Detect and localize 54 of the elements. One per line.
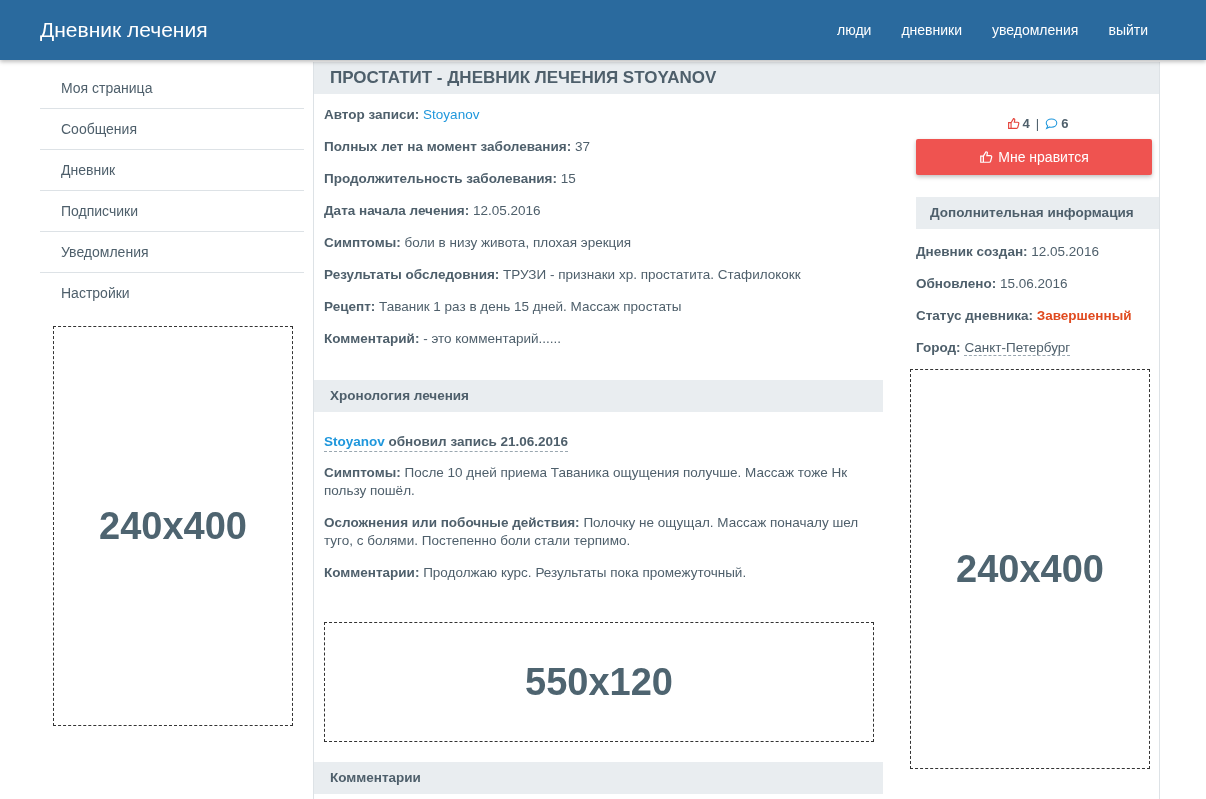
field-value: ТРУЗИ - признаки хр. простатита. Стафилококк — [503, 267, 801, 282]
nav-link[interactable]: выйти — [1108, 22, 1148, 38]
field-row-text: Дневник создан: 12.05.2016 — [916, 243, 1100, 261]
field-row-text: Продолжительность заболевания: 15 — [324, 170, 577, 188]
sidebar-item[interactable]: Сообщения — [40, 109, 304, 150]
field-row-text: Осложнения или побочные действия: Полочку не ощущал. Массаж поначалу шел туго, с болями. Постепенно боли стали терпимо. — [324, 514, 860, 550]
field-row-text: Полных лет на момент заболевания: 37 — [324, 138, 591, 156]
section-header: Хронология лечения — [314, 380, 883, 412]
field-row-text: Рецепт: Таваник 1 раз в день 15 дней. Массаж простаты — [324, 298, 683, 316]
thumbs-up-icon — [1006, 116, 1020, 130]
ad-size-label: 550x120 — [525, 660, 673, 704]
section-header: Комментарии — [314, 762, 883, 794]
section-header: Дополнительная информация — [916, 197, 1159, 229]
speech-bubble-icon — [1045, 116, 1059, 130]
sidebar-item[interactable]: Дневник — [40, 150, 304, 191]
sidebar-item[interactable]: Уведомления — [40, 232, 304, 273]
field-row-text: Комментарий: - это комментарий...... — [324, 330, 563, 348]
separator: | — [1035, 115, 1040, 131]
field-row-text: Дата начала лечения: 12.05.2016 — [324, 202, 542, 220]
sidebar-item[interactable]: Моя страница — [40, 68, 304, 109]
field-value: 12.05.2016 — [1031, 244, 1099, 259]
update-text: обновил запись 21.06.2016 — [388, 434, 569, 449]
city-link[interactable]: Санкт-Петербург — [964, 340, 1071, 356]
field-row-text: Симптомы: боли в низу живота, плохая эрекция — [324, 234, 633, 252]
field-value: - это комментарий...... — [423, 331, 562, 346]
ad-size-label: 240x400 — [956, 547, 1104, 591]
field-value: 12.05.2016 — [473, 203, 541, 218]
field-value: 15 — [560, 171, 576, 186]
field-row-text: Комментарии: Продолжаю курс. Результаты пока промежуточный. — [324, 564, 748, 582]
field-value: 37 — [574, 139, 590, 154]
nav-link[interactable]: люди — [837, 22, 872, 38]
field-value: 15.06.2016 — [999, 276, 1068, 291]
nav-link[interactable]: уведомления — [992, 22, 1079, 38]
field-row-text: Результаты обследовния: ТРУЗИ - признаки хр. простатита. Стафилококк — [324, 266, 802, 284]
field-row-text: Автор записи: Stoyanov — [324, 106, 481, 124]
like-button[interactable]: Мне нравится — [916, 139, 1152, 175]
sidebar-item[interactable]: Подписчики — [40, 191, 304, 232]
field-value: боли в низу живота, плохая эрекция — [404, 235, 632, 250]
field-row-text: Город: Санкт-Петербург — [916, 339, 1072, 357]
site-title[interactable]: Дневник лечения — [40, 18, 208, 42]
author-link[interactable]: Stoyanov — [423, 107, 480, 122]
likes-count: 4 — [1022, 115, 1030, 131]
ad-size-label: 240x400 — [99, 504, 247, 548]
field-row-text: Симптомы: После 10 дней приема Таваника ощущения получше. Массаж тоже Нк пользу пошёл. — [324, 464, 849, 500]
sidebar-item[interactable]: Настройки — [40, 273, 304, 313]
comments-count: 6 — [1061, 115, 1069, 131]
field-row-text: Статус дневника: Завершенный — [916, 307, 1133, 325]
field-value: Таваник 1 раз в день 15 дней. Массаж простаты — [379, 299, 682, 314]
author-link[interactable]: Stoyanov — [324, 434, 385, 449]
nav-link[interactable]: дневники — [901, 22, 962, 38]
field-row-text: Обновлено: 15.06.2016 — [916, 275, 1069, 293]
status-value: Завершенный — [1036, 308, 1132, 323]
thumbs-up-icon — [979, 150, 994, 164]
page-title: ПРОСТАТИТ - ДНЕВНИК ЛЕЧЕНИЯ STOYANOV — [314, 62, 1159, 94]
